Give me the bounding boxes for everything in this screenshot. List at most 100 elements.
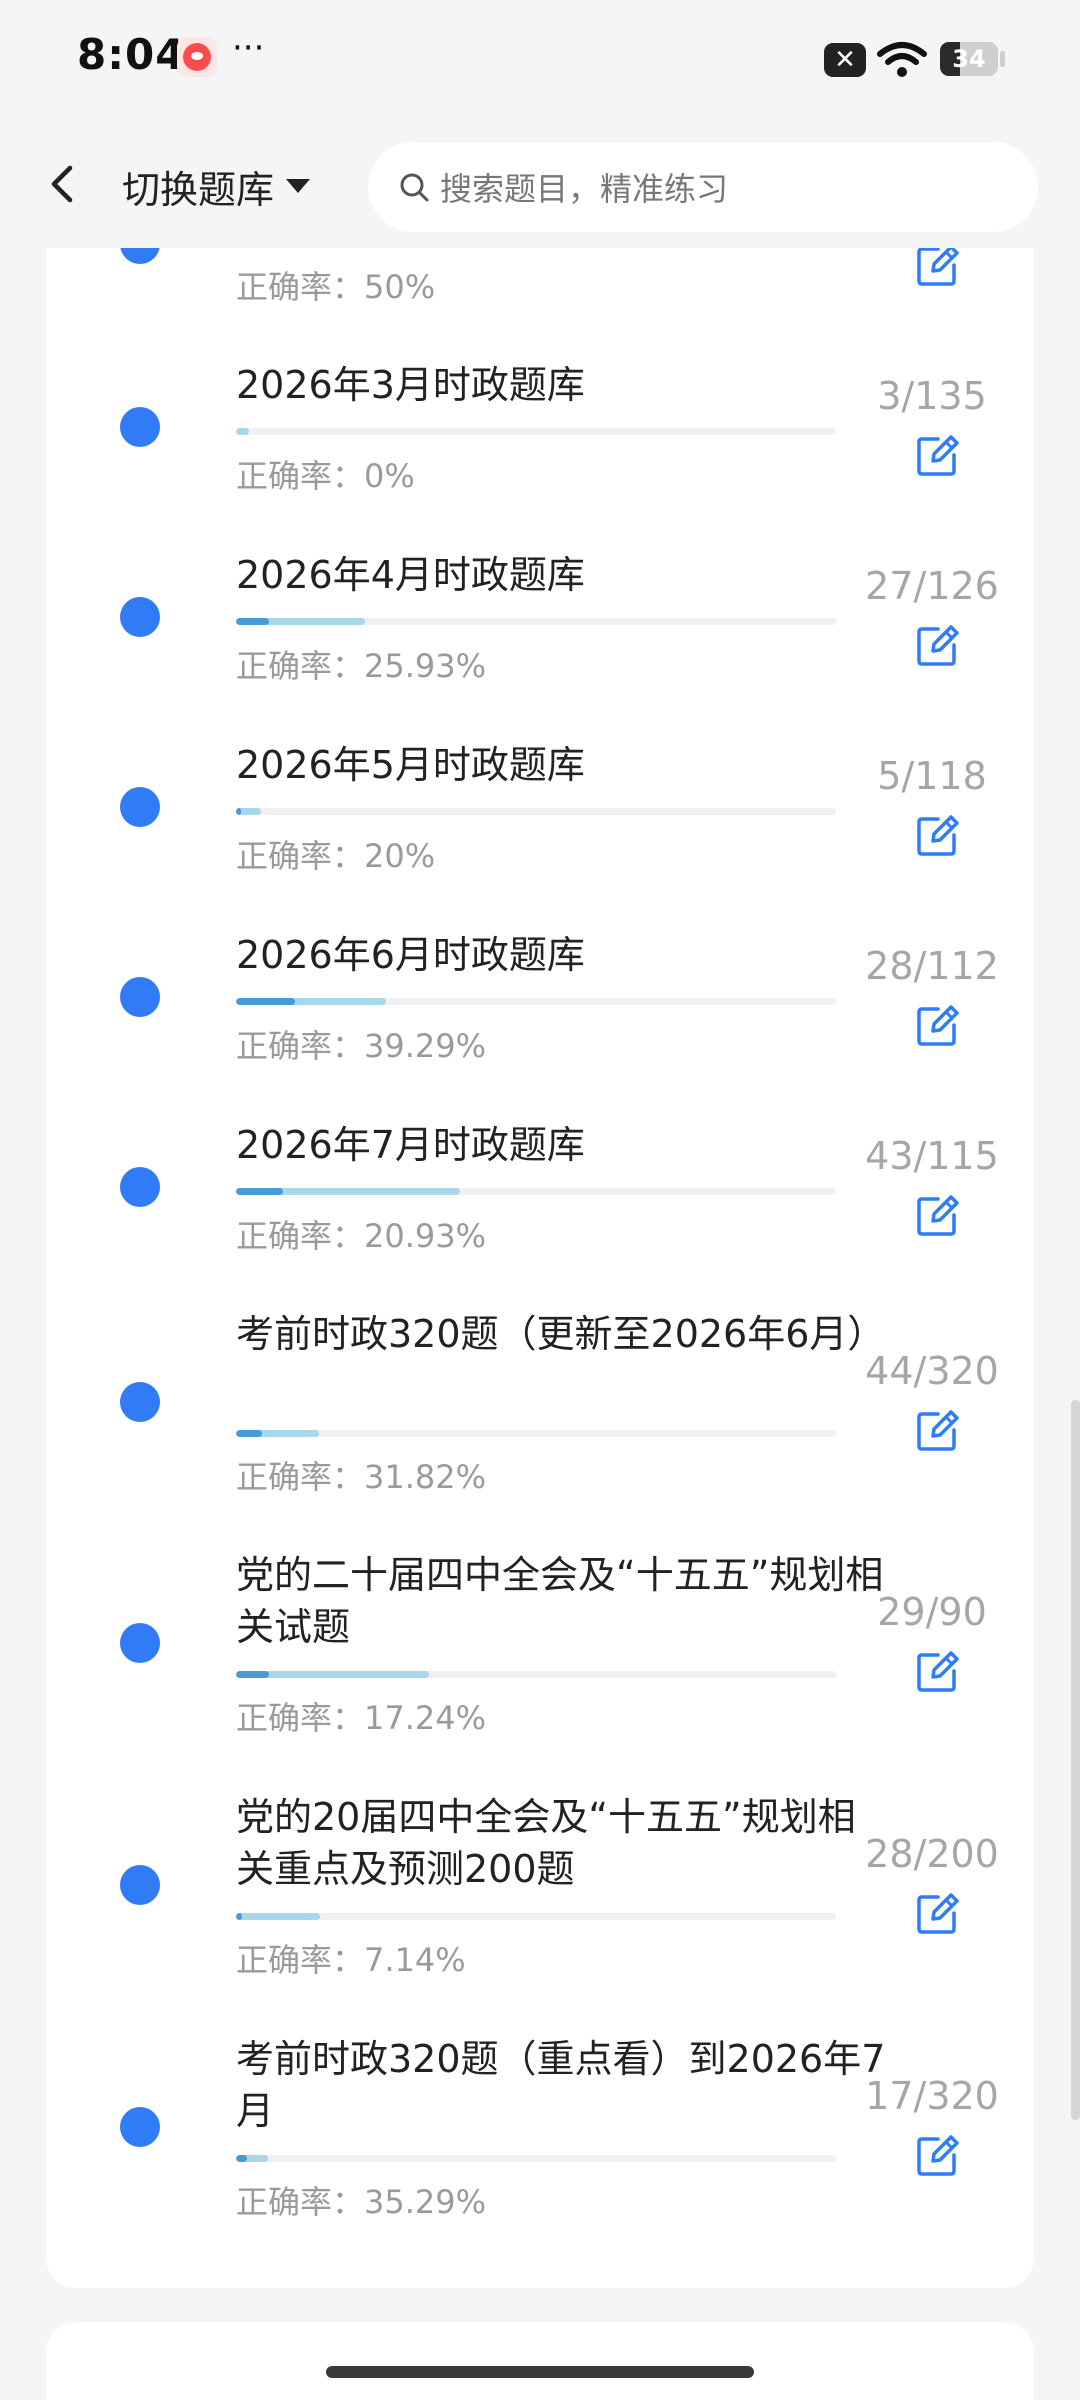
accuracy-text: 正确率：20% [236,831,435,877]
status-dot-icon [120,977,160,1017]
search-placeholder: 搜索题目，精准练习 [440,170,729,208]
status-dot-icon [120,1167,160,1207]
bank-title: 考前时政320题（更新至2026年6月） [236,1312,886,1356]
progress-correct-fill [236,2155,248,2162]
battery-icon: 34 [940,42,998,76]
scrollbar[interactable] [1071,1400,1080,2120]
accuracy-text: 正确率：0% [236,451,415,497]
accuracy-value: 25.93% [364,647,487,685]
accuracy-text: 正确率：17.24% [236,1693,486,1739]
progress-bar [236,1913,836,1920]
accuracy-text: 正确率：50% [236,262,435,308]
progress-count: 43/115 [865,1134,999,1178]
edit-icon[interactable] [914,1193,960,1239]
accuracy-label: 正确率： [236,647,365,685]
status-dot-icon [120,597,160,637]
page: 8:04 ··· ✕ 34 正确率：50% 2026年3月时政题库 正确率：0% 3/… [0,0,1080,2400]
progress-bar [236,808,836,815]
top-bar: 切换题库 搜索题目，精准练习 [0,120,1080,248]
progress-count: 28/112 [865,944,999,988]
bank-title: 党的20届四中全会及“十五五”规划相关重点及预测200题 [236,1795,856,1891]
edit-icon[interactable] [914,1891,960,1937]
more-notifications-icon: ··· [232,28,265,68]
edit-icon[interactable] [914,243,960,289]
bank-title: 党的二十届四中全会及“十五五”规划相关试题 [236,1553,884,1649]
back-icon[interactable] [36,156,92,212]
bank-title: 2026年6月时政题库 [236,933,585,977]
progress-bar [236,1188,836,1195]
bank-title: 考前时政320题（重点看）到2026年7月 [236,2037,886,2133]
accuracy-label: 正确率： [236,457,365,495]
progress-correct-fill [236,1913,242,1920]
close-notification-icon: ✕ [824,43,866,77]
accuracy-value: 17.24% [364,1699,487,1737]
progress-count: 29/90 [877,1590,987,1634]
accuracy-value: 35.29% [364,2183,487,2221]
accuracy-text: 正确率：31.82% [236,1452,486,1498]
progress-correct-fill [236,1430,263,1437]
progress-count: 5/118 [877,754,987,798]
battery-tip [1000,51,1005,67]
bank-title: 2026年3月时政题库 [236,363,585,407]
search-icon [400,173,429,202]
question-bank-list: 正确率：50% 2026年3月时政题库 正确率：0% 3/135 2026年4月时政题库… [46,224,1034,2288]
progress-bar [236,428,836,435]
progress-done-fill [236,428,250,435]
progress-bar [236,1430,836,1437]
home-indicator[interactable] [326,2366,754,2378]
accuracy-value: 50% [364,268,436,306]
accuracy-value: 0% [364,457,415,495]
accuracy-label: 正确率： [236,1217,365,1255]
edit-icon[interactable] [914,623,960,669]
status-bar: 8:04 ··· ✕ 34 [0,0,1080,120]
accuracy-value: 20% [364,837,436,875]
wifi-icon [877,42,927,77]
progress-bar [236,618,836,625]
status-dot-icon [120,1382,160,1422]
progress-count: 17/320 [865,2074,999,2118]
switch-bank-dropdown[interactable]: 切换题库 [122,158,311,214]
progress-count: 3/135 [877,374,987,418]
edit-icon[interactable] [914,2133,960,2179]
bank-title: 2026年4月时政题库 [236,553,585,597]
edit-icon[interactable] [914,813,960,859]
progress-bar [236,2155,836,2162]
progress-bar [236,998,836,1005]
battery-level: 34 [952,45,986,73]
progress-correct-fill [236,808,242,815]
accuracy-text: 正确率：7.14% [236,1935,466,1981]
accuracy-label: 正确率： [236,2183,365,2221]
progress-correct-fill [236,998,295,1005]
next-card-edge [46,2322,1034,2400]
edit-icon[interactable] [914,433,960,479]
progress-correct-fill [236,1671,270,1678]
accuracy-value: 31.82% [364,1458,487,1496]
accuracy-label: 正确率： [236,1941,365,1979]
accuracy-text: 正确率：39.29% [236,1021,486,1067]
edit-icon[interactable] [914,1649,960,1695]
status-dot-icon [120,2107,160,2147]
accuracy-text: 正确率：25.93% [236,641,486,687]
accuracy-value: 7.14% [364,1941,466,1979]
accuracy-value: 20.93% [364,1217,487,1255]
progress-done-fill [236,1913,320,1920]
bank-title: 2026年5月时政题库 [236,743,585,787]
app-notification-icon [177,37,217,77]
progress-correct-fill [236,1188,283,1195]
progress-count: 44/320 [865,1349,999,1393]
accuracy-label: 正确率： [236,837,365,875]
accuracy-label: 正确率： [236,1027,365,1065]
accuracy-value: 39.29% [364,1027,487,1065]
edit-icon[interactable] [914,1003,960,1049]
progress-count: 28/200 [865,1832,999,1876]
accuracy-text: 正确率：35.29% [236,2177,486,2223]
edit-icon[interactable] [914,1408,960,1454]
status-dot-icon [120,787,160,827]
caret-down-icon [286,179,311,193]
accuracy-label: 正确率： [236,1699,365,1737]
progress-correct-fill [236,618,270,625]
search-input[interactable]: 搜索题目，精准练习 [368,142,1038,232]
switch-bank-label: 切换题库 [122,167,275,212]
accuracy-label: 正确率： [236,1458,365,1496]
progress-bar [236,1671,836,1678]
